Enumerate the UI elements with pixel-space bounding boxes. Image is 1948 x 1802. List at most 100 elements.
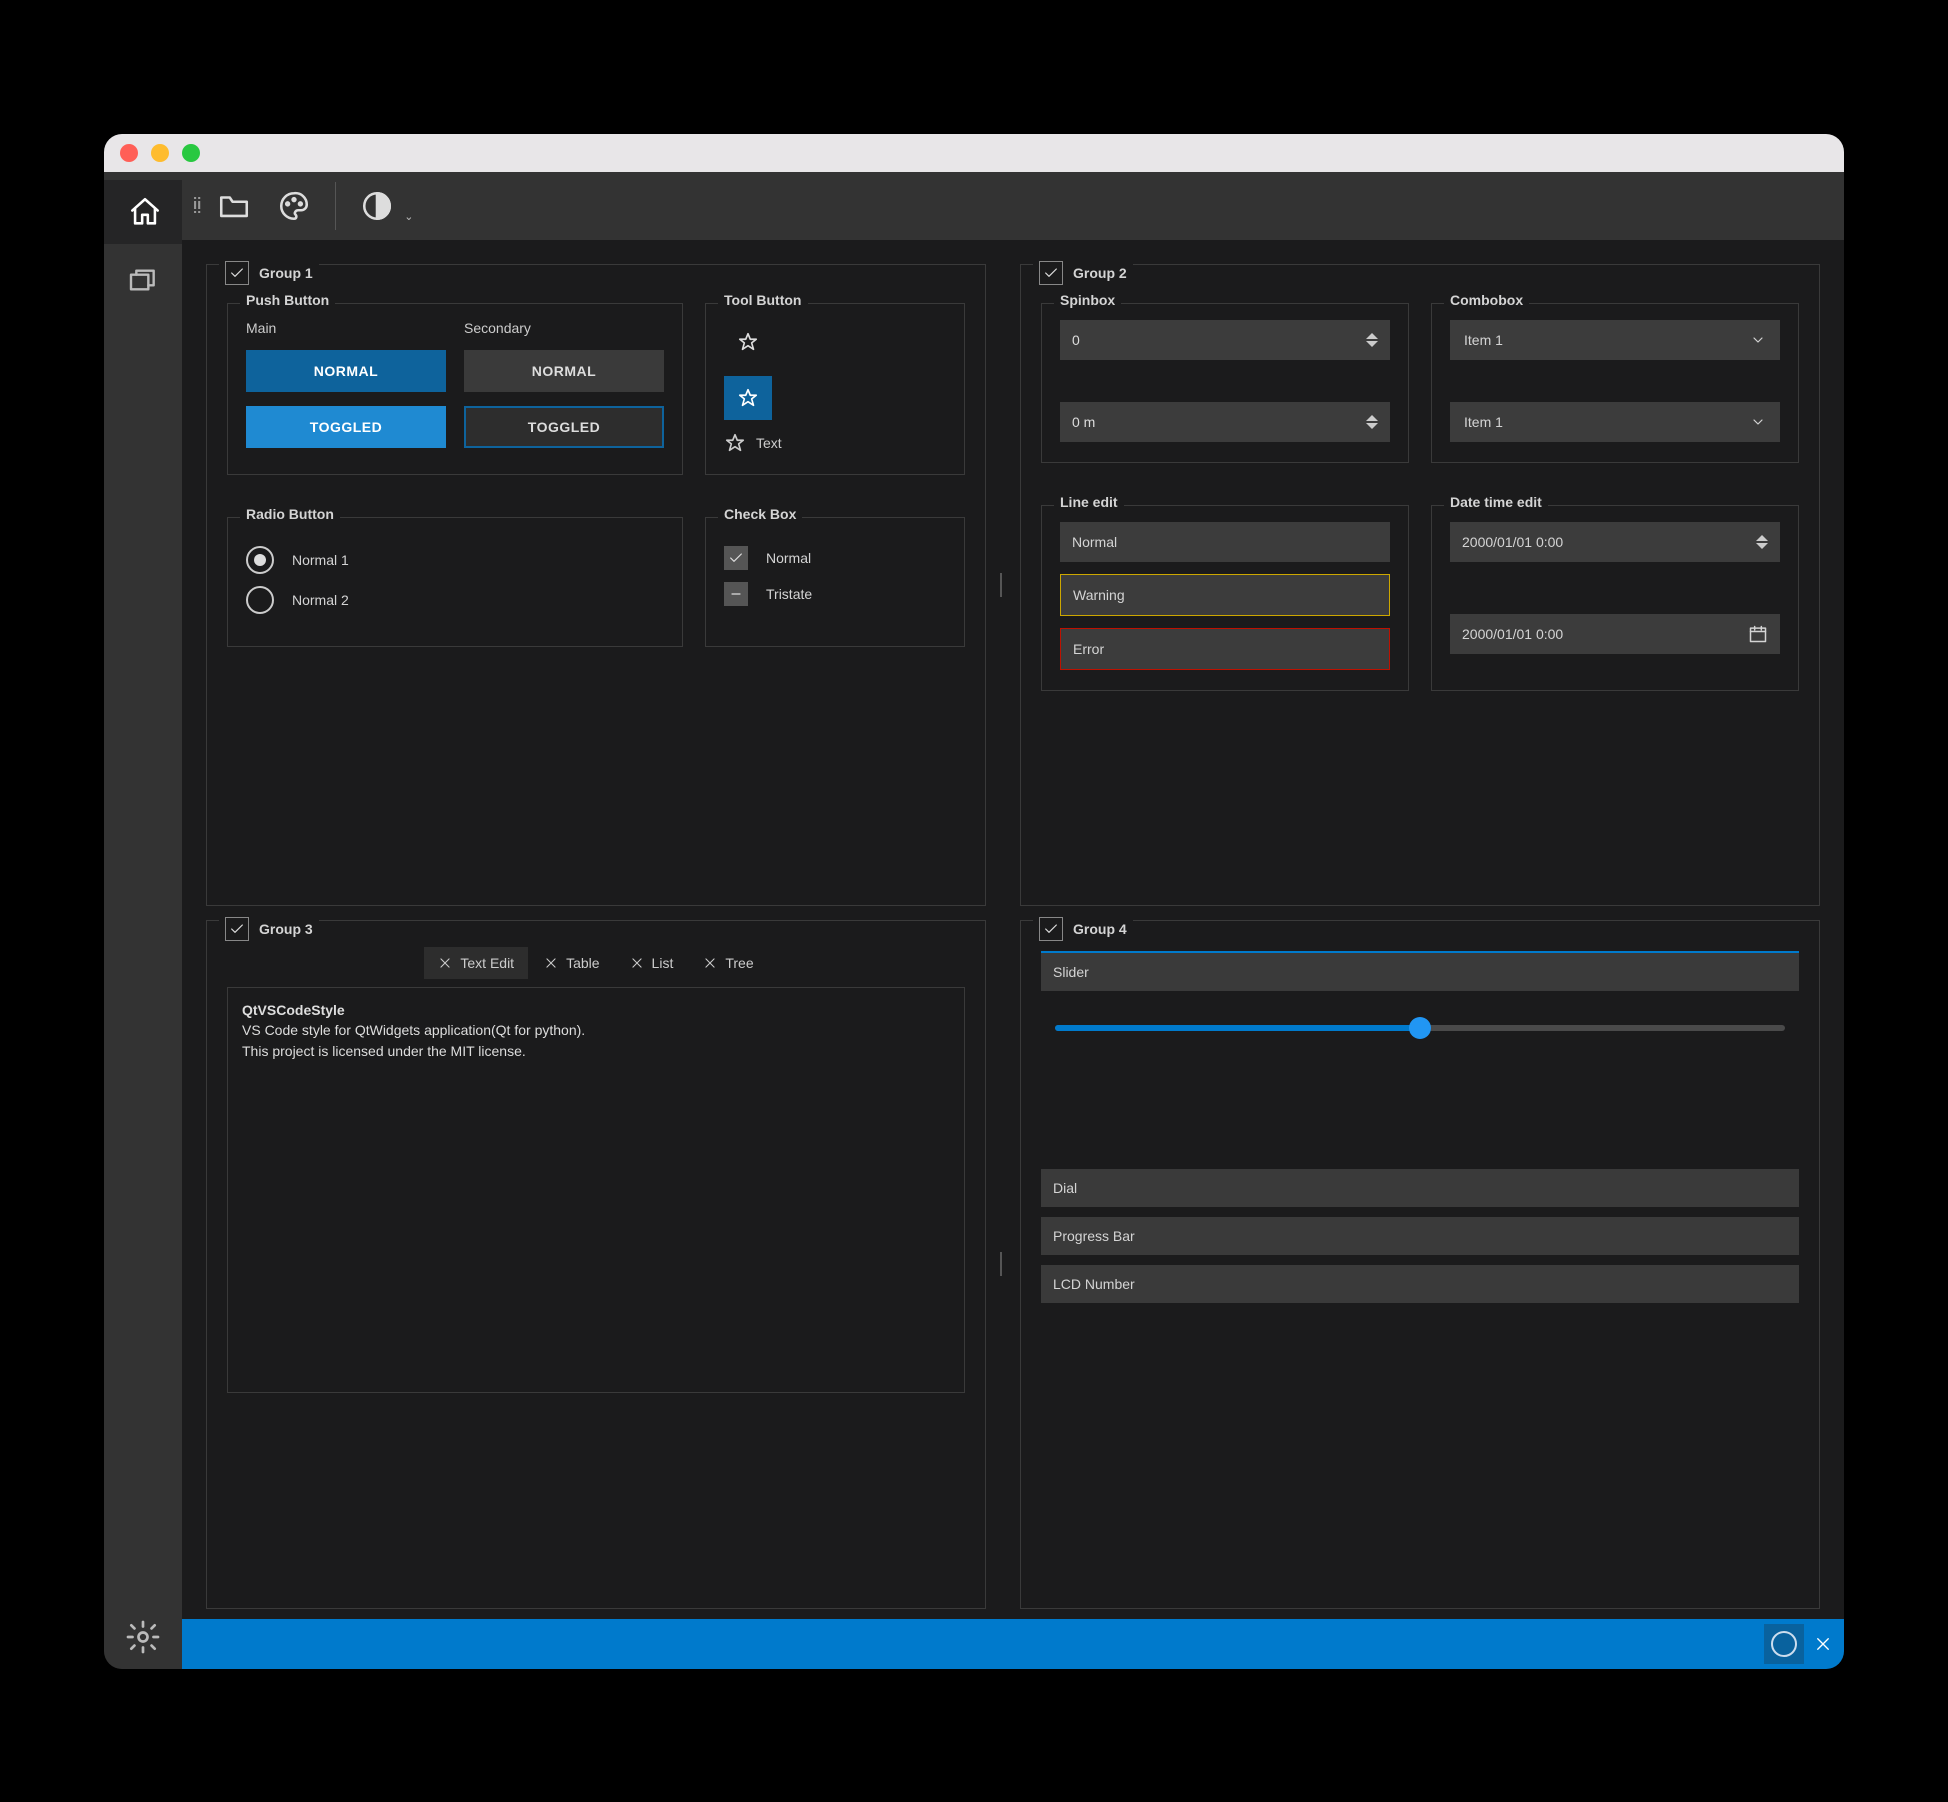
status-indicator[interactable] [1764,1624,1804,1664]
accordion-slider: Slider [1041,951,1799,1159]
group-4-checkbox[interactable] [1039,917,1063,941]
tab-list[interactable]: List [616,947,688,979]
star-icon [724,432,746,454]
spinbox-unit[interactable]: 0 m [1060,402,1390,442]
calendar-icon [1748,624,1768,644]
traffic-light-zoom[interactable] [182,144,200,162]
chevron-down-icon [1750,414,1766,430]
toolbar-contrast-dropdown[interactable]: ⌄ [404,210,413,223]
fieldset-line-edit: Line edit Normal Warning Error [1041,505,1409,691]
activity-home[interactable] [104,180,184,244]
radio-normal-1[interactable]: Normal 1 [246,546,664,574]
tool-button-label: Tool Button [718,292,808,308]
check-box-label: Check Box [718,506,802,522]
tab-bar: Text Edit Table List [227,947,965,979]
palette-icon [277,189,311,223]
main-normal-button[interactable]: NORMAL [246,350,446,392]
close-icon[interactable] [703,956,717,970]
spin-up-icon[interactable] [1366,415,1378,421]
spinbox-label: Spinbox [1054,292,1121,308]
spin-down-icon[interactable] [1366,341,1378,347]
accordion-progress-header[interactable]: Progress Bar [1041,1217,1799,1255]
radio-button-label: Radio Button [240,506,340,522]
fieldset-radio-button: Radio Button Normal 1 Normal 2 [227,517,683,647]
push-button-main-header: Main [246,320,446,336]
close-icon[interactable] [544,956,558,970]
spin-down-icon[interactable] [1756,543,1768,549]
tool-button-star-text[interactable]: Text [724,432,946,454]
accordion-lcd-header[interactable]: LCD Number [1041,1265,1799,1303]
checkbox-normal[interactable]: Normal [724,546,946,570]
slider-thumb[interactable] [1409,1017,1431,1039]
text-edit-area[interactable]: QtVSCodeStyle VS Code style for QtWidget… [227,987,965,1393]
windows-stack-icon [127,264,159,296]
home-icon [128,195,162,229]
lineedit-warning[interactable]: Warning [1060,574,1390,616]
close-icon[interactable] [630,956,644,970]
tool-button-text-label: Text [756,435,782,451]
group-1: Group 1 Push Button Main [206,264,986,907]
secondary-normal-button[interactable]: NORMAL [464,350,664,392]
tool-button-star[interactable] [724,320,772,364]
status-bar [182,1619,1844,1669]
splitter-1[interactable] [996,264,1006,907]
splitter-2[interactable] [996,920,1006,1609]
close-icon[interactable] [438,956,452,970]
fieldset-push-button: Push Button Main NORMAL TOGGLED [227,303,683,475]
gear-icon [125,1619,161,1655]
activity-settings[interactable] [104,1605,182,1669]
lineedit-normal[interactable]: Normal [1060,522,1390,562]
group-2: Group 2 Spinbox 0 [1020,264,1820,907]
text-edit-line2: This project is licensed under the MIT l… [242,1041,950,1061]
slider[interactable] [1055,1025,1785,1031]
toolbar-separator [335,182,336,230]
toolbar-palette[interactable] [267,182,321,230]
datetime-calendar[interactable]: 2000/01/01 0:00 [1450,614,1780,654]
toolbar-contrast[interactable] [350,182,404,230]
fieldset-spinbox: Spinbox 0 0 m [1041,303,1409,463]
group-2-checkbox[interactable] [1039,261,1063,285]
spin-down-icon[interactable] [1366,423,1378,429]
lineedit-error[interactable]: Error [1060,628,1390,670]
app-window: ⠿⠿ ⌄ [104,134,1844,1669]
group-4: Group 4 Slider [1020,920,1820,1609]
datetime-label: Date time edit [1444,494,1548,510]
combobox-2[interactable]: Item 1 [1450,402,1780,442]
titlebar [104,134,1844,172]
main-toggled-button[interactable]: TOGGLED [246,406,446,448]
accordion: Slider Dial [1041,951,1799,1303]
push-button-secondary-header: Secondary [464,320,664,336]
status-close-button[interactable] [1814,1635,1832,1653]
traffic-light-minimize[interactable] [151,144,169,162]
activity-windows[interactable] [104,248,182,312]
group-3-checkbox[interactable] [225,917,249,941]
spin-up-icon[interactable] [1756,535,1768,541]
fieldset-combobox: Combobox Item 1 Item 1 [1431,303,1799,463]
accordion-lcd: LCD Number [1041,1265,1799,1303]
spinbox-int[interactable]: 0 [1060,320,1390,360]
toolbar-grip[interactable]: ⠿⠿ [192,200,199,212]
combobox-1[interactable]: Item 1 [1450,320,1780,360]
toolbar-open-folder[interactable] [207,182,261,230]
text-edit-title: QtVSCodeStyle [242,1000,950,1020]
group-2-title: Group 2 [1073,265,1127,281]
accordion-slider-header[interactable]: Slider [1041,951,1799,991]
accordion-progress: Progress Bar [1041,1217,1799,1255]
tab-tree[interactable]: Tree [689,947,767,979]
combobox-label: Combobox [1444,292,1529,308]
group-1-checkbox[interactable] [225,261,249,285]
contrast-icon [360,189,394,223]
checkbox-tristate[interactable]: Tristate [724,582,946,606]
push-button-label: Push Button [240,292,335,308]
tab-table[interactable]: Table [530,947,613,979]
secondary-toggled-button[interactable]: TOGGLED [464,406,664,448]
tool-button-star-active[interactable] [724,376,772,420]
traffic-light-close[interactable] [120,144,138,162]
spin-up-icon[interactable] [1366,333,1378,339]
group-3: Group 3 Text Edit Table [206,920,986,1609]
accordion-dial-header[interactable]: Dial [1041,1169,1799,1207]
radio-normal-2[interactable]: Normal 2 [246,586,664,614]
tab-text-edit[interactable]: Text Edit [424,947,528,979]
datetime-spin[interactable]: 2000/01/01 0:00 [1450,522,1780,562]
text-edit-line1: VS Code style for QtWidgets application(… [242,1020,950,1040]
